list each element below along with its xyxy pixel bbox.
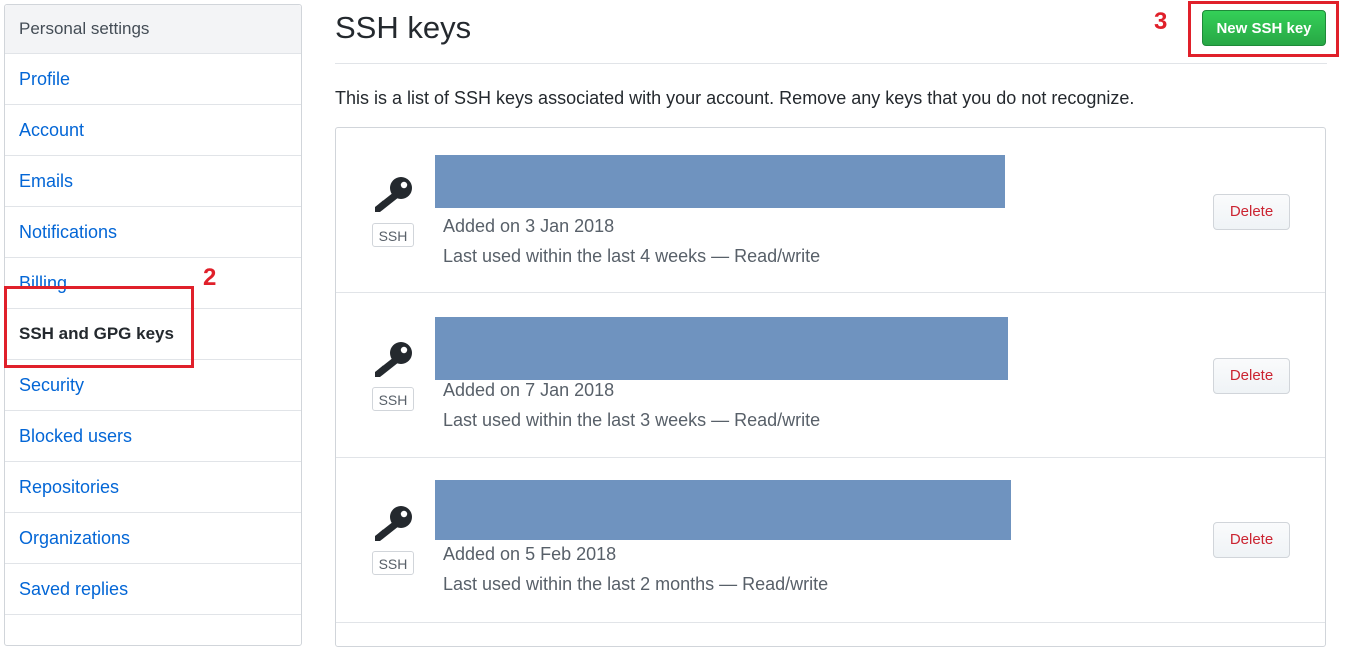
key-last-used: Last used within the last 4 weeks — Read… bbox=[443, 246, 821, 266]
ssh-badge: SSH bbox=[372, 551, 414, 575]
ssh-key-item: SSH Added on 7 Jan 2018 Last used within… bbox=[336, 293, 1325, 458]
sidebar-header: Personal settings bbox=[5, 5, 301, 54]
sidebar-item-account[interactable]: Account bbox=[5, 105, 301, 156]
redacted-key-fingerprint bbox=[435, 155, 1005, 208]
key-added-date: Added on 7 Jan 2018 bbox=[443, 380, 615, 400]
sidebar-item-blocked-users[interactable]: Blocked users bbox=[5, 411, 301, 462]
ssh-keys-list: SSH Added on 3 Jan 2018 Last used within… bbox=[335, 127, 1326, 647]
new-ssh-key-button[interactable]: New SSH key bbox=[1202, 10, 1326, 46]
ssh-badge: SSH bbox=[372, 223, 414, 247]
annotation-number-2: 2 bbox=[203, 264, 217, 291]
sidebar-item-organizations[interactable]: Organizations bbox=[5, 513, 301, 564]
key-icon bbox=[375, 506, 412, 541]
title-divider bbox=[335, 63, 1327, 64]
sidebar-item-saved-replies[interactable]: Saved replies bbox=[5, 564, 301, 615]
delete-key-button[interactable]: Delete bbox=[1213, 194, 1290, 230]
sidebar-item-emails[interactable]: Emails bbox=[5, 156, 301, 207]
ssh-key-item: SSH Added on 3 Jan 2018 Last used within… bbox=[336, 128, 1325, 293]
delete-key-button[interactable]: Delete bbox=[1213, 358, 1290, 394]
annotation-number-3: 3 bbox=[1154, 8, 1168, 35]
key-last-used: Last used within the last 2 months — Rea… bbox=[443, 574, 829, 594]
sidebar-item-notifications[interactable]: Notifications bbox=[5, 207, 301, 258]
ssh-keys-description: This is a list of SSH keys associated wi… bbox=[335, 88, 1135, 108]
annotation-box-step-2 bbox=[4, 286, 194, 368]
delete-key-button[interactable]: Delete bbox=[1213, 522, 1290, 558]
ssh-key-item: SSH Added on 5 Feb 2018 Last used within… bbox=[336, 458, 1325, 623]
redacted-key-fingerprint bbox=[435, 317, 1008, 380]
key-added-date: Added on 3 Jan 2018 bbox=[443, 216, 615, 236]
ssh-badge: SSH bbox=[372, 387, 414, 411]
sidebar-item-repositories[interactable]: Repositories bbox=[5, 462, 301, 513]
key-added-date: Added on 5 Feb 2018 bbox=[443, 544, 617, 564]
key-icon bbox=[375, 342, 412, 377]
sidebar-item-profile[interactable]: Profile bbox=[5, 54, 301, 105]
page-title: SSH keys bbox=[335, 10, 472, 45]
redacted-key-fingerprint bbox=[435, 480, 1011, 540]
key-last-used: Last used within the last 3 weeks — Read… bbox=[443, 410, 821, 430]
key-icon bbox=[375, 177, 412, 212]
